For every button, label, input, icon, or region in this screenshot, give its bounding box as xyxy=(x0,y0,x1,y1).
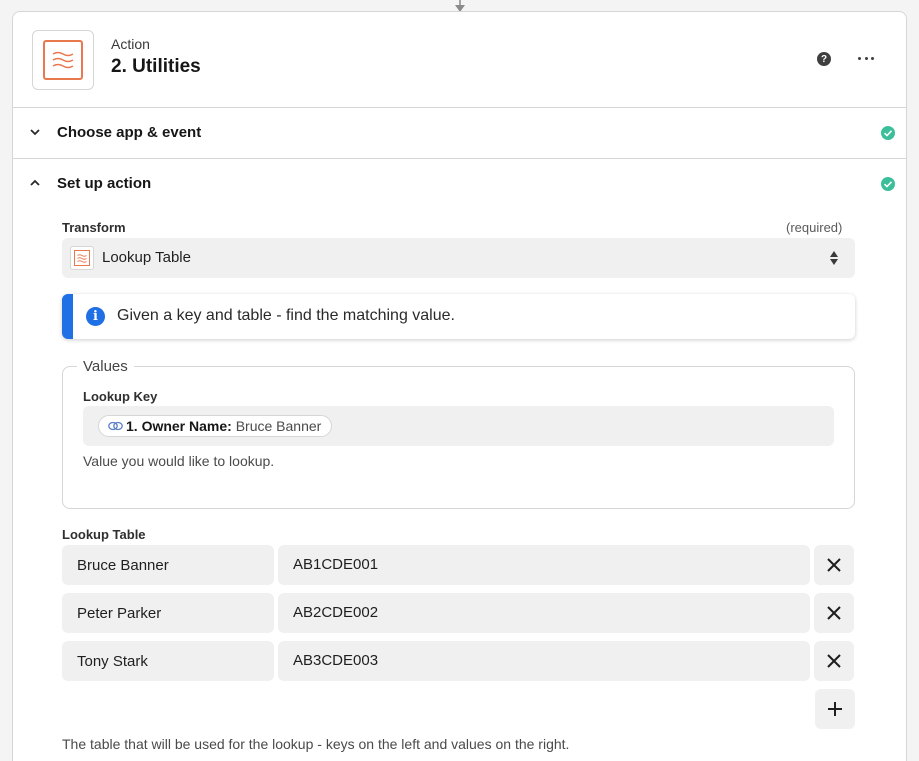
mapped-field-pill[interactable]: 1. Owner Name: Bruce Banner xyxy=(98,415,333,437)
wave-lines-icon xyxy=(52,51,74,69)
plus-icon xyxy=(828,702,842,716)
info-icon: i xyxy=(86,307,105,326)
table-key-input[interactable]: Peter Parker xyxy=(62,593,274,633)
more-options-icon[interactable] xyxy=(858,50,874,66)
pill-step-label: 1. Owner Name: xyxy=(126,418,232,434)
transform-select[interactable]: Lookup Table xyxy=(62,238,855,278)
section-choose-app-event[interactable]: Choose app & event xyxy=(13,108,906,159)
check-circle-icon xyxy=(881,177,895,191)
chevron-down-icon xyxy=(30,129,40,136)
remove-row-button[interactable] xyxy=(814,545,854,585)
check-circle-icon xyxy=(881,126,895,140)
chevron-up-icon xyxy=(30,179,40,186)
lookup-key-label: Lookup Key xyxy=(83,389,158,404)
close-icon xyxy=(827,606,841,620)
table-value-input[interactable]: AB2CDE002 xyxy=(278,593,810,633)
table-row: Peter Parker AB2CDE002 xyxy=(62,593,855,633)
utilities-app-icon xyxy=(32,30,94,90)
info-text: Given a key and table - find the matchin… xyxy=(117,307,455,324)
table-value-input[interactable]: AB1CDE001 xyxy=(278,545,810,585)
add-row-button[interactable] xyxy=(815,689,855,729)
step-type-label: Action xyxy=(111,36,150,52)
remove-row-button[interactable] xyxy=(814,593,854,633)
table-row: Tony Stark AB3CDE003 xyxy=(62,641,855,681)
remove-row-button[interactable] xyxy=(814,641,854,681)
section-set-up-action[interactable]: Set up action xyxy=(13,159,906,210)
info-accent-bar xyxy=(62,294,73,339)
transform-label: Transform xyxy=(62,220,126,235)
section-label: Choose app & event xyxy=(57,124,202,141)
transform-select-value: Lookup Table xyxy=(102,249,191,266)
lookup-key-help: Value you would like to lookup. xyxy=(83,453,275,469)
lookup-key-input[interactable]: 1. Owner Name: Bruce Banner xyxy=(83,406,834,446)
info-alert: i Given a key and table - find the match… xyxy=(62,294,855,339)
lookup-table-label: Lookup Table xyxy=(62,527,146,542)
close-icon xyxy=(827,558,841,572)
table-row: Bruce Banner AB1CDE001 xyxy=(62,545,855,585)
table-key-input[interactable]: Tony Stark xyxy=(62,641,274,681)
help-icon[interactable]: ? xyxy=(817,52,831,66)
values-legend: Values xyxy=(77,358,134,375)
table-value-input[interactable]: AB3CDE003 xyxy=(278,641,810,681)
required-label: (required) xyxy=(786,220,843,235)
section-label: Set up action xyxy=(57,175,152,192)
pill-value: Bruce Banner xyxy=(235,418,322,434)
values-fieldset: Values Lookup Key 1. Owner Name: Bruce B… xyxy=(62,358,855,509)
table-key-input[interactable]: Bruce Banner xyxy=(62,545,274,585)
utilities-app-icon xyxy=(70,246,94,270)
step-title[interactable]: 2. Utilities xyxy=(111,56,201,78)
close-icon xyxy=(827,654,841,668)
lookup-table-help: The table that will be used for the look… xyxy=(62,736,570,752)
select-arrows-icon xyxy=(830,251,838,265)
step-header: Action 2. Utilities ? xyxy=(13,12,906,108)
link-icon xyxy=(108,421,123,431)
